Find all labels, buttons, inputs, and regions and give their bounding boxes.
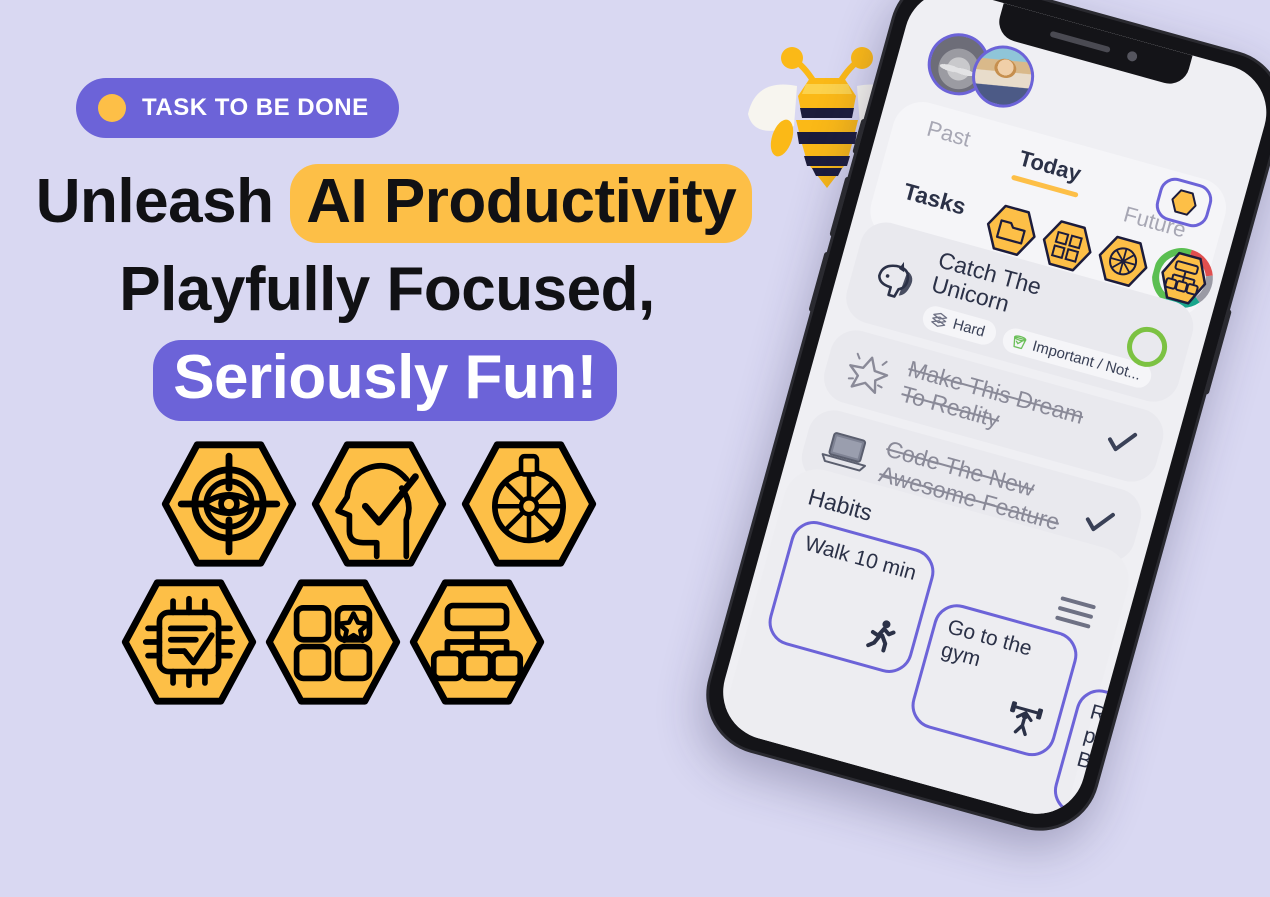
headline-line-2: Playfully Focused,: [119, 255, 655, 324]
org-chart-icon: [408, 576, 546, 708]
circle-dot-icon: [98, 94, 126, 122]
habit-title: Go to the gym: [938, 615, 1035, 672]
feature-icon-row-1: [0, 438, 770, 570]
sparkle-star-icon: [837, 341, 900, 401]
headline-highlight-seriously-fun: Seriously Fun!: [153, 340, 617, 421]
runner-icon: [860, 615, 903, 662]
promo-banner: TASK TO BE DONE Unleash AI Productivity …: [0, 0, 1270, 845]
headline-line-1-plain: Unleash: [35, 167, 291, 236]
target-eye-icon: [160, 438, 298, 570]
tab-past[interactable]: Past: [924, 116, 973, 153]
task-to-be-done-badge: TASK TO BE DONE: [76, 78, 399, 138]
grid-star-icon: [264, 576, 402, 708]
check-icon[interactable]: [1078, 500, 1120, 542]
routine-card[interactable]: [790, 816, 895, 825]
phone-volume-up-button: [829, 176, 851, 238]
habit-title: Read 10 pages of Book: [1074, 700, 1171, 783]
feature-icon-grid: [0, 438, 770, 708]
habit-card[interactable]: Read 10 pages of Book: [1048, 683, 1226, 825]
habit-card[interactable]: Walk 10 min: [763, 515, 940, 679]
task-status[interactable]: [1093, 418, 1148, 464]
headline-highlight-ai-productivity: AI Productivity: [290, 164, 753, 243]
routine-card[interactable]: [712, 769, 808, 825]
bucket-icon: [1013, 334, 1027, 349]
feature-icon-row-2: [0, 576, 770, 708]
unicorn-icon: [863, 247, 926, 307]
habit-title: Walk 10 min: [802, 532, 919, 585]
headline-line-3: Seriously Fun!: [0, 334, 770, 422]
tab-today[interactable]: Today: [1010, 145, 1084, 198]
ai-chip-checklist-icon: [120, 576, 258, 708]
tasks-section-label: Tasks: [900, 177, 969, 220]
weightlifter-icon: [1001, 697, 1046, 744]
alarm-clock-icon: [736, 803, 776, 825]
phone-volume-down-button: [808, 251, 830, 313]
headline-line-1: Unleash AI Productivity: [0, 158, 770, 246]
avatar-group[interactable]: [920, 26, 1042, 115]
badge-label: TASK TO BE DONE: [142, 94, 369, 121]
difficulty-chip-label: Hard: [951, 315, 987, 341]
head-check-icon: [310, 438, 448, 570]
check-icon[interactable]: [1100, 420, 1142, 462]
spinner-wheel-icon: [460, 438, 598, 570]
add-hex-glyph: [1171, 189, 1197, 216]
difficulty-icon: [931, 312, 948, 327]
headline: Unleash AI Productivity Playfully Focuse…: [0, 158, 770, 422]
task-status[interactable]: [1071, 498, 1126, 544]
phone-mute-switch: [852, 118, 867, 155]
left-content-column: TASK TO BE DONE Unleash AI Productivity …: [0, 0, 770, 760]
